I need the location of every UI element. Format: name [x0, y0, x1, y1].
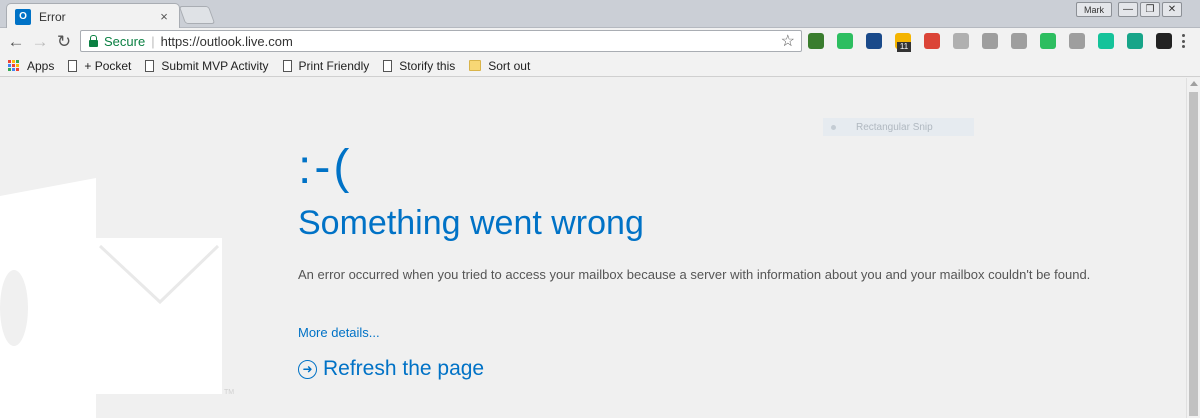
- scroll-up-arrow-icon[interactable]: [1190, 81, 1198, 86]
- snip-label: Rectangular Snip: [856, 121, 933, 133]
- arrow-circle-right-icon: ➜: [298, 359, 317, 379]
- bookmark-storify-this[interactable]: Storify this: [383, 59, 455, 73]
- rectangular-snip-overlay: Rectangular Snip: [823, 118, 974, 136]
- tab-title: Error: [39, 9, 66, 24]
- refresh-label: Refresh the page: [323, 357, 485, 380]
- page-icon: [282, 59, 292, 72]
- extensions-area: 11: [808, 31, 1185, 52]
- bookmarks-bar: Apps + Pocket Submit MVP Activity Print …: [0, 55, 1200, 77]
- bookmark-pocket[interactable]: + Pocket: [68, 59, 131, 73]
- trademark-symbol: TM: [224, 389, 234, 396]
- address-bar[interactable]: Secure | https://outlook.live.com ☆: [80, 30, 802, 52]
- extension-evernote-icon[interactable]: [837, 33, 853, 49]
- snip-icon: [831, 124, 836, 130]
- close-tab-icon[interactable]: ×: [157, 9, 171, 24]
- restore-button[interactable]: ❐: [1140, 2, 1160, 17]
- bookmark-label: Submit MVP Activity: [161, 58, 269, 73]
- error-headline: Something went wrong: [298, 204, 644, 242]
- outlook-logo-watermark-icon: TM: [0, 178, 234, 418]
- reload-button[interactable]: ↻: [54, 32, 74, 52]
- extension-colorful-icon[interactable]: [924, 33, 940, 49]
- new-tab-button[interactable]: [178, 6, 216, 24]
- bookmark-label: Print Friendly: [298, 58, 370, 73]
- profile-button[interactable]: Mark: [1076, 2, 1112, 17]
- sad-face-emoticon: :-(: [298, 141, 353, 194]
- page-icon: [68, 59, 78, 72]
- extension-grammarly-icon[interactable]: [1098, 33, 1114, 49]
- url-text[interactable]: https://outlook.live.com: [161, 34, 781, 49]
- refresh-page-link[interactable]: ➜ Refresh the page: [298, 357, 484, 381]
- extension-green-circle-icon[interactable]: [808, 33, 824, 49]
- secure-label: Secure: [104, 33, 146, 49]
- bookmark-label: + Pocket: [84, 58, 132, 73]
- bookmark-label: Apps: [27, 58, 55, 73]
- bookmark-label: Storify this: [399, 58, 456, 73]
- extension-dark-icon[interactable]: [1156, 33, 1172, 49]
- browser-toolbar: ← → ↻ Secure | https://outlook.live.com …: [0, 28, 1200, 55]
- bookmark-apps[interactable]: Apps: [8, 59, 54, 73]
- scroll-thumb[interactable]: [1189, 92, 1198, 416]
- bookmark-folder-sort-out[interactable]: Sort out: [469, 59, 530, 73]
- outlook-favicon-icon: O: [15, 8, 31, 25]
- page-icon: [383, 59, 393, 72]
- browser-menu-icon[interactable]: [1182, 34, 1186, 48]
- extension-v-icon[interactable]: [866, 33, 882, 49]
- extension-calendar-icon[interactable]: 11: [895, 33, 911, 52]
- extension-camera-icon[interactable]: [1069, 33, 1085, 49]
- error-message: An error occurred when you tried to acce…: [298, 267, 1091, 282]
- back-button[interactable]: ←: [6, 32, 26, 52]
- minimize-button[interactable]: —: [1118, 2, 1138, 17]
- tab-strip: O Error × Mark — ❐ ✕: [0, 0, 1200, 29]
- bookmark-print-friendly[interactable]: Print Friendly: [282, 58, 370, 73]
- extension-badge: 11: [897, 42, 911, 52]
- apps-grid-icon: [8, 59, 20, 72]
- extension-skype-icon[interactable]: [953, 33, 969, 49]
- bookmark-submit-mvp-activity[interactable]: Submit MVP Activity: [145, 58, 269, 73]
- bookmark-star-icon[interactable]: ☆: [781, 31, 795, 51]
- bookmark-label: Sort out: [488, 58, 531, 73]
- more-details-link[interactable]: More details...: [298, 325, 380, 340]
- extension-refresh-icon[interactable]: [1040, 33, 1056, 49]
- page-icon: [145, 59, 155, 72]
- extension-a-icon[interactable]: [1011, 33, 1027, 49]
- tab-error[interactable]: O Error ×: [6, 3, 180, 29]
- close-window-button[interactable]: ✕: [1162, 2, 1182, 17]
- extension-teal-icon[interactable]: [1127, 33, 1143, 49]
- omnibox-separator: |: [151, 33, 155, 49]
- error-page: TM Rectangular Snip :-( Something went w…: [0, 78, 1186, 418]
- forward-button[interactable]: →: [30, 32, 50, 52]
- lock-icon: [89, 34, 98, 47]
- page-scrollbar[interactable]: [1186, 78, 1200, 418]
- extension-gray-icon[interactable]: [982, 33, 998, 49]
- folder-icon: [469, 60, 482, 71]
